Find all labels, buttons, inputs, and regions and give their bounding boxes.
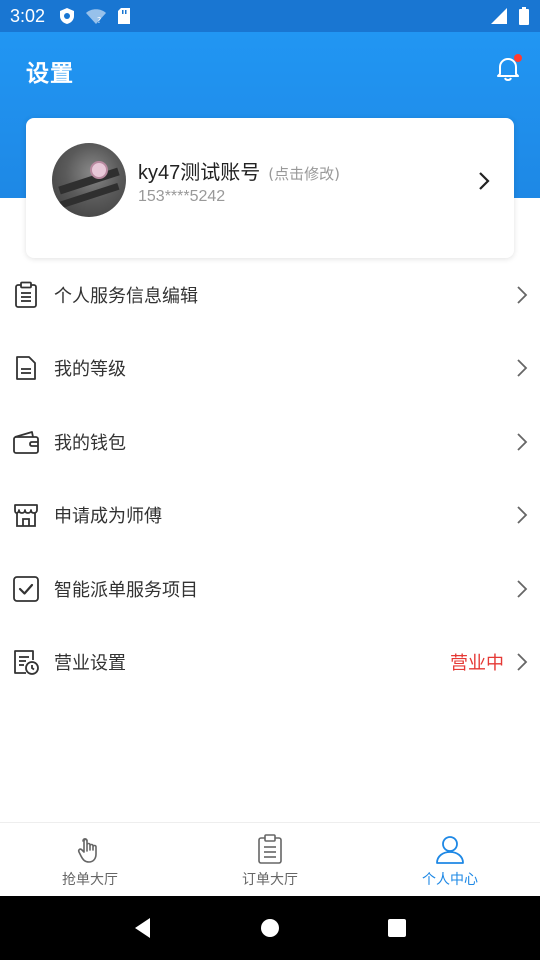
business-settings-icon bbox=[12, 648, 40, 676]
chevron-right-icon bbox=[517, 653, 528, 671]
status-icons-right bbox=[490, 6, 530, 26]
status-icons-left: ? bbox=[59, 7, 131, 25]
nav-label: 订单大厅 bbox=[242, 872, 298, 888]
clipboard-list-icon bbox=[12, 281, 40, 309]
nav-label: 抢单大厅 bbox=[62, 872, 118, 888]
profile-card[interactable]: ky47测试账号 (点击修改) 153****5242 bbox=[26, 118, 514, 258]
chevron-right-icon bbox=[517, 506, 528, 524]
wallet-icon bbox=[12, 428, 40, 456]
storefront-icon bbox=[12, 501, 40, 529]
chevron-right-icon bbox=[517, 286, 528, 304]
chevron-right-icon bbox=[517, 433, 528, 451]
status-time: 3:02 bbox=[10, 5, 46, 26]
status-bar: 3:02 ? bbox=[0, 0, 540, 32]
menu-item-smart-dispatch[interactable]: 智能派单服务项目 bbox=[0, 552, 540, 626]
notification-dot bbox=[514, 54, 522, 62]
notification-bell-button[interactable] bbox=[494, 54, 522, 82]
tab-order-hall[interactable]: 订单大厅 bbox=[180, 823, 360, 896]
recents-icon[interactable] bbox=[385, 916, 409, 940]
user-icon bbox=[436, 836, 464, 864]
phone-number: 153****5242 bbox=[138, 188, 226, 205]
edit-hint: (点击修改) bbox=[268, 165, 340, 183]
menu-label: 申请成为师傅 bbox=[54, 506, 162, 528]
battery-icon bbox=[519, 7, 529, 25]
tab-grab-orders[interactable]: 抢单大厅 bbox=[0, 823, 180, 896]
nav-label: 个人中心 bbox=[422, 872, 478, 888]
checkbox-icon bbox=[12, 575, 40, 603]
sd-card-icon bbox=[118, 8, 131, 24]
wifi-question-icon: ? bbox=[86, 9, 107, 25]
menu-item-business-settings[interactable]: 营业设置 营业中 bbox=[0, 626, 540, 700]
back-icon[interactable] bbox=[131, 916, 155, 940]
menu-item-my-wallet[interactable]: 我的钱包 bbox=[0, 405, 540, 479]
settings-menu: 个人服务信息编辑 我的等级 我的钱包 申请成为师傅 智能派单服务项目 营业设置 bbox=[0, 258, 540, 699]
name-row: ky47测试账号 (点击修改) bbox=[138, 156, 340, 185]
menu-label: 我的钱包 bbox=[54, 432, 126, 454]
document-icon bbox=[12, 354, 40, 382]
menu-item-my-level[interactable]: 我的等级 bbox=[0, 332, 540, 406]
signal-icon bbox=[491, 8, 507, 24]
business-status-badge: 营业中 bbox=[450, 653, 504, 675]
tab-personal-center[interactable]: 个人中心 bbox=[360, 823, 540, 896]
hand-tap-icon bbox=[77, 837, 97, 863]
menu-item-become-master[interactable]: 申请成为师傅 bbox=[0, 479, 540, 553]
menu-item-service-info[interactable]: 个人服务信息编辑 bbox=[0, 258, 540, 332]
menu-label: 智能派单服务项目 bbox=[54, 579, 198, 601]
chevron-right-icon bbox=[517, 580, 528, 598]
chevron-right-icon bbox=[479, 172, 490, 190]
avatar[interactable] bbox=[52, 143, 126, 217]
shield-icon bbox=[60, 8, 75, 24]
user-name: ky47测试账号 bbox=[138, 162, 261, 184]
menu-label: 营业设置 bbox=[54, 653, 126, 675]
menu-label: 我的等级 bbox=[54, 359, 126, 381]
system-nav-bar bbox=[0, 896, 540, 960]
bottom-nav: 抢单大厅 订单大厅 个人中心 bbox=[0, 822, 540, 896]
menu-label: 个人服务信息编辑 bbox=[54, 285, 198, 307]
svg-text:?: ? bbox=[97, 16, 101, 25]
home-icon[interactable] bbox=[258, 916, 282, 940]
clipboard-icon bbox=[258, 834, 282, 864]
chevron-right-icon bbox=[517, 359, 528, 377]
page-title: 设置 bbox=[26, 61, 74, 87]
